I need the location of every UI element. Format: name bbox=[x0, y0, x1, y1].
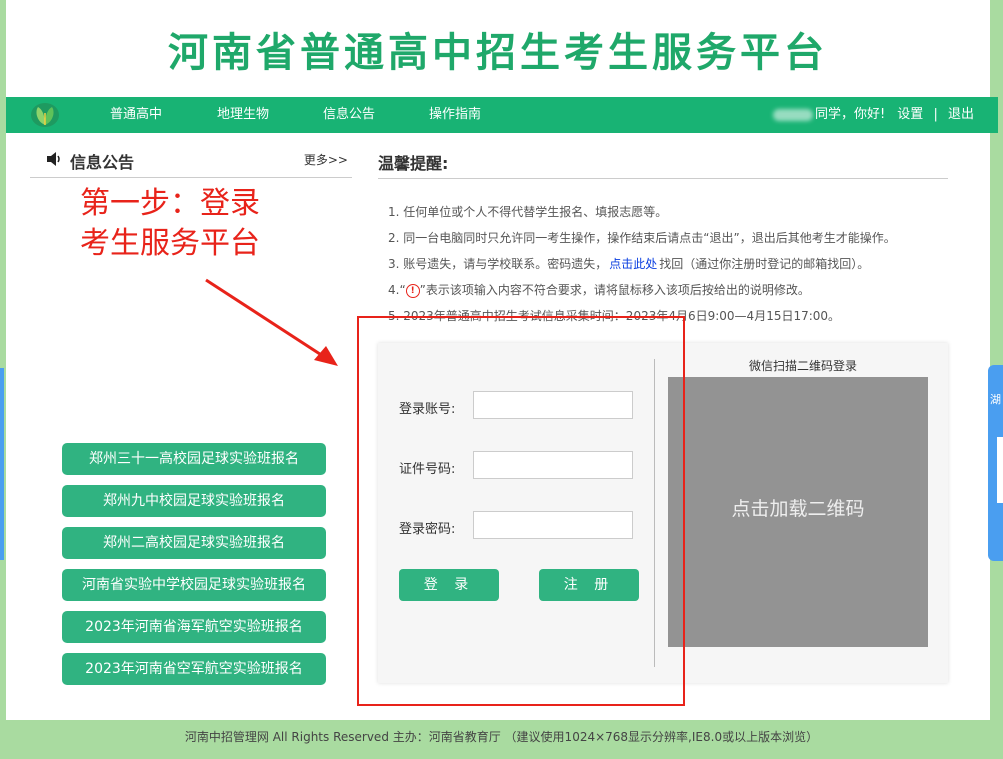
notice-header: 信息公告 更多>> bbox=[30, 145, 352, 178]
greeting-text: 同学，你好! bbox=[814, 107, 886, 122]
tip-item: 5. 2023年普通高中招生考试信息采集时间：2023年4月6日9:00—4月1… bbox=[388, 309, 841, 323]
more-link[interactable]: 更多>> bbox=[304, 151, 348, 168]
wechat-login-label: 微信扫描二维码登录 bbox=[748, 359, 857, 373]
special-link-zz2-football[interactable]: 郑州二高校园足球实验班报名 bbox=[62, 527, 326, 559]
top-nav-bar: 普通高中 地理生物 信息公告 操作指南 同学，你好! 设置 | 退出 bbox=[6, 97, 998, 133]
tip-text: ”表示该项输入内容不符合要求，请将鼠标移入该项后按给出的说明修改。 bbox=[419, 283, 810, 297]
account-label: 登录账号: bbox=[399, 402, 456, 417]
annotation-line-1: 第一步：登录 bbox=[80, 186, 260, 221]
logout-link[interactable]: 退出 bbox=[948, 107, 974, 122]
right-tab-label: 湖 bbox=[990, 393, 1001, 406]
left-side-tab[interactable] bbox=[0, 368, 4, 560]
nav-item-guide[interactable]: 操作指南 bbox=[429, 97, 481, 133]
tips-header: 温馨提醒: bbox=[378, 145, 948, 179]
nav-item-geography-biology[interactable]: 地理生物 bbox=[217, 97, 269, 133]
recover-password-link[interactable]: 点击此处 bbox=[609, 257, 657, 271]
warning-icon: ! bbox=[405, 283, 420, 298]
special-link-experimental-football[interactable]: 河南省实验中学校园足球实验班报名 bbox=[62, 569, 326, 601]
speaker-icon bbox=[47, 152, 60, 166]
login-panel: 登录账号: 证件号码: 登录密码: 登 录 注 册 微信扫描二维码登录 点击加载… bbox=[378, 343, 948, 683]
nav-item-general-high-school[interactable]: 普通高中 bbox=[110, 97, 162, 133]
login-button[interactable]: 登 录 bbox=[399, 569, 499, 601]
leaf-logo-icon bbox=[31, 103, 59, 127]
qr-code-placeholder[interactable]: 点击加载二维码 bbox=[668, 377, 928, 647]
special-link-navy-aviation[interactable]: 2023年河南省海军航空实验班报名 bbox=[62, 611, 326, 643]
tip-text: 3. 账号遗失，请与学校联系。密码遗失， bbox=[388, 257, 608, 271]
site-title: 河南省普通高中招生考生服务平台 bbox=[168, 30, 828, 76]
tips-list: 1. 任何单位或个人不得代替学生报名、填报志愿等。 2. 同一台电脑同时只允许同… bbox=[388, 202, 948, 332]
nav-separator: | bbox=[933, 107, 938, 122]
tip-text: 找回（通过你注册时登记的邮箱找回）。 bbox=[659, 257, 870, 271]
tip-text: 4.“ bbox=[388, 283, 406, 297]
tip-item: 4.“! ”表示该项输入内容不符合要求，请将鼠标移入该项后按给出的说明修改。 bbox=[388, 280, 948, 306]
tip-item: 1. 任何单位或个人不得代替学生报名、填报志愿等。 bbox=[388, 205, 668, 219]
password-label: 登录密码: bbox=[399, 522, 456, 537]
annotation-arrow-icon bbox=[205, 278, 338, 366]
id-number-input[interactable] bbox=[473, 451, 633, 479]
id-number-label: 证件号码: bbox=[399, 462, 456, 477]
right-tab-panel bbox=[997, 437, 1003, 503]
tip-item: 2. 同一台电脑同时只允许同一考生操作，操作结束后请点击“退出”，退出后其他考生… bbox=[388, 231, 896, 245]
account-input[interactable] bbox=[473, 391, 633, 419]
annotation-text: 第一步：登录 考生服务平台 bbox=[80, 184, 260, 264]
special-link-zz9-football[interactable]: 郑州九中校园足球实验班报名 bbox=[62, 485, 326, 517]
settings-link[interactable]: 设置 bbox=[897, 107, 923, 122]
special-link-airforce-aviation[interactable]: 2023年河南省空军航空实验班报名 bbox=[62, 653, 326, 685]
user-area: 同学，你好! 设置 | 退出 bbox=[772, 97, 974, 133]
qr-load-text: 点击加载二维码 bbox=[731, 498, 865, 520]
annotation-line-2: 考生服务平台 bbox=[80, 226, 260, 261]
footer-text: 河南中招管理网 All Rights Reserved 主办：河南省教育厅 （建… bbox=[184, 730, 819, 744]
nav-item-announcements[interactable]: 信息公告 bbox=[323, 97, 375, 133]
tips-title: 温馨提醒: bbox=[378, 154, 449, 173]
register-button[interactable]: 注 册 bbox=[539, 569, 639, 601]
panel-divider bbox=[654, 359, 655, 667]
password-input[interactable] bbox=[473, 511, 633, 539]
right-side-tab[interactable]: 湖 bbox=[988, 365, 1003, 561]
notice-title: 信息公告 bbox=[70, 153, 135, 172]
tip-item: 3. 账号遗失，请与学校联系。密码遗失， 点击此处 找回（通过你注册时登记的邮箱找回… bbox=[388, 254, 948, 280]
redacted-username bbox=[772, 108, 813, 121]
special-link-zz31-football[interactable]: 郑州三十一高校园足球实验班报名 bbox=[62, 443, 326, 475]
